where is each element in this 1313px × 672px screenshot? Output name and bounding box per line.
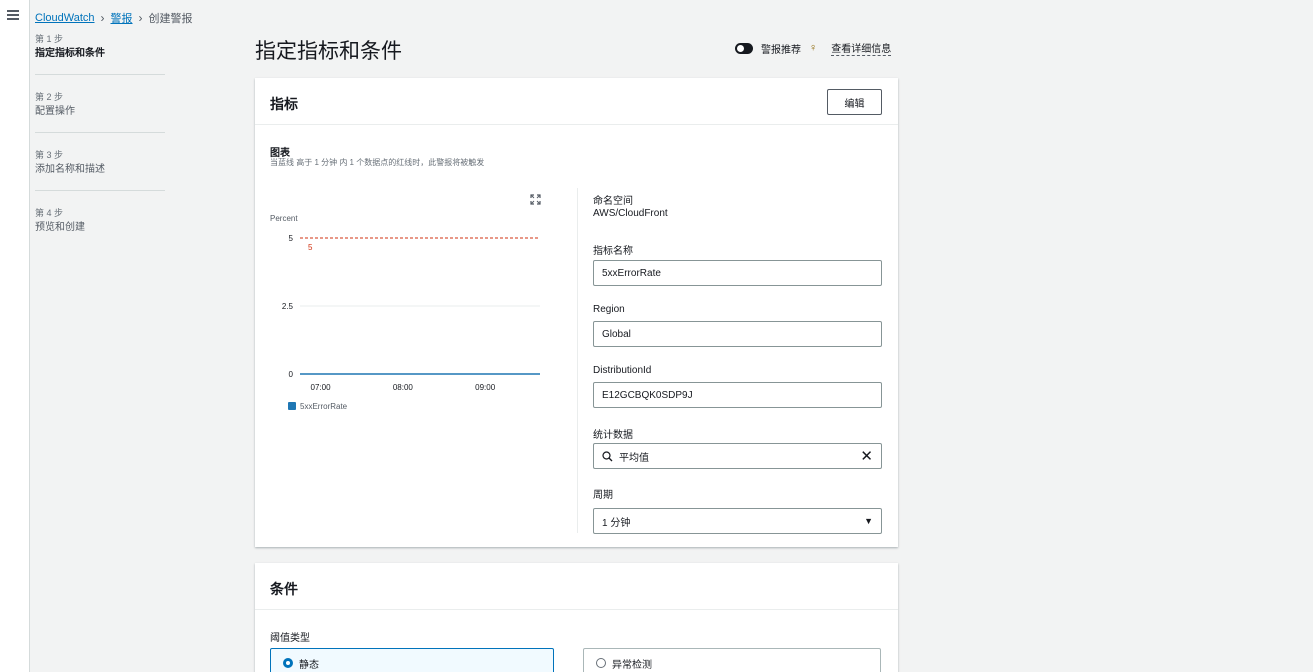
x-tick-label: 09:00 [475,383,496,392]
statistic-value: 平均值 [619,452,649,464]
step-number: 第 4 步 [35,208,64,218]
radio-anomaly-label: 异常检测 [612,659,652,671]
metrics-panel: 指标 编辑 图表 当蓝线 高于 1 分钟 内 1 个数据点的红线时，此警报将被触… [255,78,898,547]
recommend-label: 警报推荐 [761,44,801,56]
step-1[interactable]: 第 1 步 指定指标和条件 [35,30,165,75]
title-tools: 警报推荐 ♀ 查看详细信息 [735,40,892,56]
period-select[interactable]: 1 分钟 ▼ [593,508,882,534]
menu-icon[interactable] [7,10,19,20]
distribution-value: E12GCBQK0SDP9J [602,389,693,401]
period-label: 周期 [593,490,613,501]
region-value: Global [602,328,631,340]
step-4[interactable]: 第 4 步 预览和创建 [35,204,165,248]
period-value: 1 分钟 [602,517,631,529]
radio-selected-icon [283,658,293,668]
conditions-panel: 条件 阈值类型 静态 异常检测 [255,563,898,672]
legend-label: 5xxErrorRate [300,402,348,411]
metric-name-input[interactable]: 5xxErrorRate [593,260,882,286]
metric-chart: Percent 0 2.5 5 5 07:00 08:00 09:00 5xxErrorRate [270,214,540,411]
namespace-label: 命名空间 [593,196,633,207]
y-tick-label: 5 [289,234,294,243]
step-3[interactable]: 第 3 步 添加名称和描述 [35,146,165,191]
y-axis-label: Percent [270,214,298,223]
radio-anomaly[interactable]: 异常检测 [583,648,881,672]
search-icon [602,450,613,461]
distribution-input[interactable]: E12GCBQK0SDP9J [593,382,882,408]
breadcrumb-cloudwatch[interactable]: CloudWatch [35,12,95,24]
step-2[interactable]: 第 2 步 配置操作 [35,88,165,133]
wizard-steps: 第 1 步 指定指标和条件 第 2 步 配置操作 第 3 步 添加名称和描述 第… [35,30,165,261]
breadcrumb-current: 创建警报 [148,13,193,25]
x-tick-label: 08:00 [393,383,414,392]
y-tick-label: 0 [289,370,294,379]
metric-name-label: 指标名称 [593,246,633,257]
conditions-title: 条件 [270,581,298,597]
step-number: 第 3 步 [35,150,64,160]
step-label: 配置操作 [35,106,75,117]
lightbulb-icon: ♀ [809,42,818,54]
statistic-input[interactable]: 平均值 ✕ [593,443,882,469]
metric-name-value: 5xxErrorRate [602,267,661,279]
breadcrumb-alarms[interactable]: 警报 [111,10,133,26]
left-rail [0,0,30,672]
radio-unselected-icon [596,658,606,668]
recommend-toggle[interactable] [735,42,753,54]
step-label: 指定指标和条件 [35,48,105,59]
chevron-right-icon: › [138,11,143,25]
info-link[interactable]: 查看详细信息 [831,40,892,56]
threshold-label: 5 [308,243,313,252]
clear-icon[interactable]: ✕ [860,447,873,465]
statistic-label: 统计数据 [593,430,633,441]
conditions-header: 条件 [255,563,898,610]
region-label: Region [593,304,625,315]
namespace-value: AWS/CloudFront [593,208,668,219]
threshold-type-label: 阈值类型 [270,633,310,644]
y-tick-label: 2.5 [282,302,294,311]
step-label: 添加名称和描述 [35,164,105,175]
x-tick-label: 07:00 [311,383,332,392]
edit-button[interactable]: 编辑 [827,89,882,115]
radio-static-label: 静态 [299,659,319,671]
legend-swatch [288,402,296,410]
chevron-right-icon: › [100,11,105,25]
step-number: 第 2 步 [35,92,64,102]
column-divider [577,188,578,533]
breadcrumb: CloudWatch › 警报 › 创建警报 [35,10,193,26]
radio-static[interactable]: 静态 [270,648,554,672]
distribution-label: DistributionId [593,365,652,376]
page-title: 指定指标和条件 [255,40,402,63]
caret-down-icon: ▼ [864,516,873,526]
step-number: 第 1 步 [35,34,64,44]
region-input[interactable]: Global [593,321,882,347]
step-label: 预览和创建 [35,222,85,233]
